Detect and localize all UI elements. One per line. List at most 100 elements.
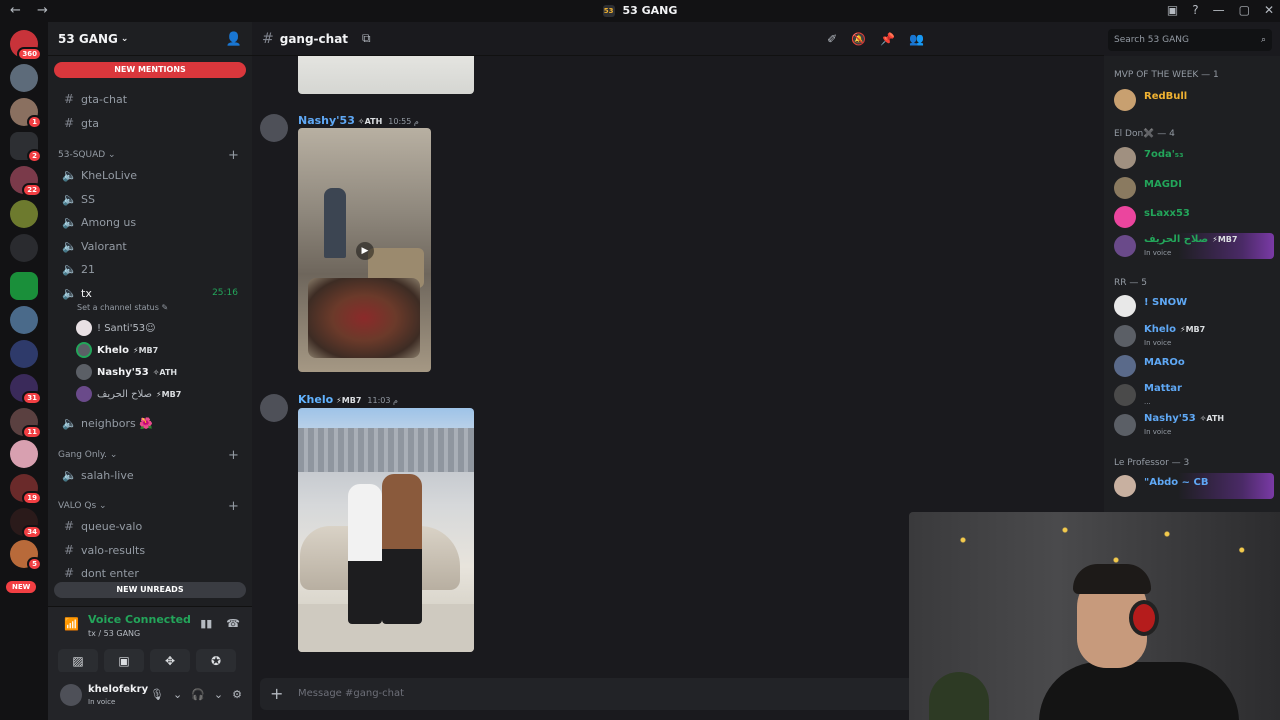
chevron-down-icon[interactable]: ⌄ — [214, 688, 223, 701]
voice-connected-channel[interactable]: tx / 53 GANG — [88, 629, 140, 638]
add-attachment-icon[interactable]: + — [270, 684, 283, 703]
server-icon-active[interactable]: 2 — [10, 132, 42, 163]
unread-badge: 360 — [17, 47, 42, 61]
threads-icon[interactable]: ⧉ — [362, 31, 371, 46]
member-row[interactable]: Khelo ⚡MB7 In voice — [1114, 323, 1274, 349]
server-icon[interactable]: 34 — [10, 508, 42, 539]
hash-icon: # — [63, 543, 75, 557]
server-icon[interactable]: 360 — [10, 30, 42, 61]
member-list-icon[interactable]: 👥 — [909, 32, 924, 46]
new-servers-pill[interactable]: NEW — [6, 581, 37, 593]
soundboard-button[interactable]: ✪ — [196, 649, 236, 673]
search-input[interactable]: Search 53 GANG ⌕ — [1108, 29, 1272, 51]
member-row[interactable]: صلاح الحريف ⚡MB7 In voice — [1114, 233, 1274, 259]
server-icon[interactable]: 5 — [10, 540, 42, 571]
member-row[interactable]: MAGDI — [1114, 175, 1274, 201]
voice-channel-neighbors[interactable]: 🔈 neighbors 🌺 — [56, 412, 244, 434]
member-row[interactable]: ! SNOW — [1114, 293, 1274, 319]
member-row[interactable]: 7oda'₅₃ — [1114, 145, 1274, 171]
member-row[interactable]: Mattar... — [1114, 382, 1274, 408]
voice-channel-khelolive[interactable]: 🔈 KheLoLive — [56, 164, 244, 186]
close-button[interactable]: ✕ — [1264, 3, 1274, 17]
maximize-button[interactable]: ▢ — [1239, 3, 1250, 17]
server-icon[interactable] — [10, 306, 38, 334]
member-name: Nashy'53 — [1144, 413, 1196, 424]
channel-label: KheLoLive — [81, 168, 138, 182]
voice-channel-tx[interactable]: 🔈 tx 25:16 — [56, 282, 244, 304]
camera-off-button[interactable]: ▨ — [58, 649, 98, 673]
voice-channel-21[interactable]: 🔈 21 — [56, 258, 244, 280]
mic-icon[interactable]: 🎙 — [150, 688, 164, 701]
voice-user[interactable]: Nashy'53 ✧ATH — [76, 362, 177, 382]
voice-channel-valorant[interactable]: 🔈 Valorant — [56, 235, 244, 257]
voice-user-name: ! Santi'53☺ — [97, 322, 156, 334]
avatar[interactable] — [60, 684, 82, 706]
message-author[interactable]: Khelo — [298, 393, 333, 406]
channel-queue-valo[interactable]: # queue-valo — [56, 515, 244, 537]
server-header[interactable]: 53 GANG ⌄ 👤 — [48, 22, 252, 56]
voice-channel-salah-live[interactable]: 🔈 salah-live — [56, 464, 244, 486]
channel-gta[interactable]: # gta — [56, 112, 244, 134]
channel-valo-results[interactable]: # valo-results — [56, 539, 244, 561]
add-channel-icon[interactable]: + — [228, 499, 239, 514]
server-icon[interactable]: 31 — [10, 374, 42, 405]
chevron-down-icon: ⌄ — [120, 33, 129, 44]
unread-badge: 5 — [27, 557, 42, 571]
voice-channel-among-us[interactable]: 🔈 Among us — [56, 211, 244, 233]
server-icon[interactable]: 19 — [10, 474, 42, 505]
category-gang-only[interactable]: Gang Only. ⌄ + — [58, 448, 239, 463]
server-icon[interactable] — [10, 340, 38, 368]
category-53-squad[interactable]: 53-SQUAD ⌄ + — [58, 148, 239, 163]
chevron-down-icon[interactable]: ⌄ — [173, 688, 182, 701]
voice-user[interactable]: Khelo ⚡MB7 — [76, 340, 158, 360]
voice-channel-ss[interactable]: 🔈 SS — [56, 188, 244, 210]
server-icon[interactable]: 11 — [10, 408, 42, 439]
member-row[interactable]: RedBull — [1114, 87, 1274, 113]
pin-icon[interactable]: 📌 — [880, 32, 895, 46]
notification-bell-icon[interactable]: 🔕 — [851, 32, 866, 46]
threads-list-icon[interactable]: ✐ — [827, 32, 837, 46]
activities-button[interactable]: ✥ — [150, 649, 190, 673]
channel-dont-enter[interactable]: # dont enter — [56, 562, 244, 584]
server-icon[interactable] — [10, 200, 38, 228]
avatar[interactable] — [260, 114, 288, 142]
inbox-icon[interactable]: ▣ — [1167, 3, 1178, 17]
server-icon[interactable] — [10, 64, 38, 92]
minimize-button[interactable]: — — [1213, 3, 1225, 17]
category-valo-qs[interactable]: VALO Qs ⌄ + — [58, 499, 239, 514]
avatar[interactable] — [260, 394, 288, 422]
video-attachment[interactable]: ▶ — [298, 128, 431, 372]
invite-people-icon[interactable]: 👤 — [226, 32, 242, 47]
add-channel-icon[interactable]: + — [228, 448, 239, 463]
server-icon[interactable] — [10, 272, 38, 300]
server-icon[interactable]: 22 — [10, 166, 42, 197]
signal-icon[interactable]: 📶 — [64, 617, 79, 631]
role-group-title: MVP OF THE WEEK — 1 — [1114, 70, 1219, 80]
channel-label: tx — [81, 286, 92, 300]
screen-share-button[interactable]: ▣ — [104, 649, 144, 673]
noise-suppression-icon[interactable]: ▮▮ — [200, 617, 212, 630]
new-unreads-pill[interactable]: NEW UNREADS — [54, 582, 246, 598]
message-author[interactable]: Nashy'53 — [298, 114, 355, 127]
voice-user[interactable]: صلاح الحريف ⚡MB7 — [76, 384, 181, 404]
play-icon[interactable]: ▶ — [356, 242, 374, 260]
server-icon[interactable]: 1 — [10, 98, 42, 129]
settings-gear-icon[interactable]: ⚙ — [232, 688, 242, 701]
image-attachment[interactable] — [298, 408, 474, 652]
disconnect-icon[interactable]: ☎ — [226, 617, 240, 630]
voice-user[interactable]: ! Santi'53☺ — [76, 318, 156, 338]
new-mentions-pill[interactable]: NEW MENTIONS — [54, 62, 246, 78]
headphones-icon[interactable]: 🎧 — [191, 688, 205, 701]
attachment-image[interactable] — [298, 56, 474, 94]
member-row[interactable]: MAROo — [1114, 353, 1274, 379]
server-icon[interactable] — [10, 234, 38, 262]
member-row[interactable]: "Abdo ~ CB — [1114, 473, 1274, 499]
help-icon[interactable]: ? — [1192, 3, 1198, 17]
channel-status-prompt[interactable]: Set a channel status ✎ — [77, 303, 168, 312]
member-row[interactable]: sLaxx53 — [1114, 204, 1274, 230]
channel-gta-chat[interactable]: # gta-chat — [56, 88, 244, 110]
voice-user-name: Khelo — [97, 344, 129, 356]
server-icon[interactable] — [10, 440, 38, 468]
add-channel-icon[interactable]: + — [228, 148, 239, 163]
member-row[interactable]: Nashy'53 ✧ATH In voice — [1114, 412, 1274, 438]
